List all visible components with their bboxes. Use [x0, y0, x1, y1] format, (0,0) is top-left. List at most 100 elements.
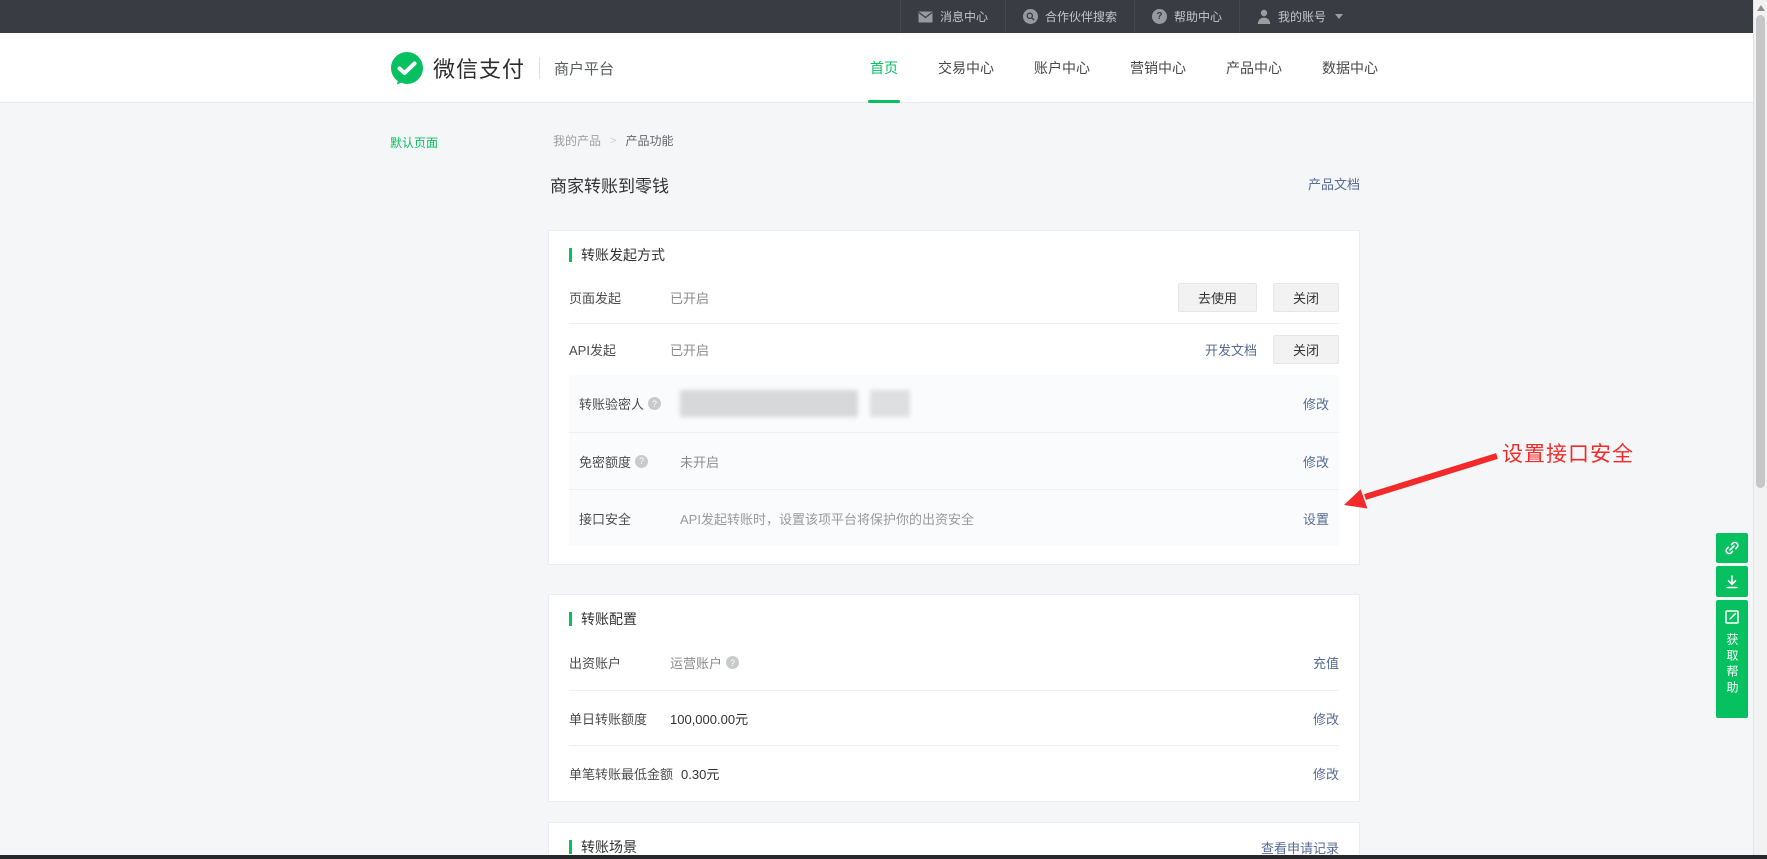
- redacted-value: [680, 390, 910, 417]
- row-label: 单日转账额度: [569, 709, 662, 728]
- section-title: 转账场景: [581, 837, 637, 857]
- scrollbar-thumb[interactable]: [1756, 15, 1765, 488]
- dev-doc-link[interactable]: 开发文档: [1205, 340, 1257, 359]
- nav-item-transactions[interactable]: 交易中心: [938, 33, 994, 103]
- view-application-records-link[interactable]: 查看申请记录: [1261, 838, 1339, 857]
- close-api-initiate-button[interactable]: 关闭: [1273, 335, 1339, 364]
- screen: 消息中心 合作伙伴搜索 ? 帮助中心 我的账号: [0, 0, 1767, 859]
- nav-item-data-center[interactable]: 数据中心: [1322, 33, 1378, 103]
- topbar-item-messages[interactable]: 消息中心: [900, 0, 1005, 33]
- sidebar-item-default-page[interactable]: 默认页面: [390, 134, 438, 151]
- section-head: 转账配置: [569, 609, 1339, 629]
- wechat-pay-logo-icon: [390, 51, 424, 85]
- page-title: 商家转账到零钱: [550, 172, 669, 197]
- modify-daily-limit-link[interactable]: 修改: [1313, 709, 1339, 728]
- main-nav: 首页 交易中心 账户中心 营销中心 产品中心 数据中心: [870, 33, 1378, 103]
- header: 微信支付 商户平台 首页 交易中心 账户中心 营销中心 产品中心 数据中心: [0, 33, 1754, 103]
- topbar-item-label: 消息中心: [940, 8, 988, 25]
- get-help-label: 获取帮助: [1726, 633, 1738, 697]
- topbar-item-label: 我的账号: [1278, 8, 1326, 25]
- screenshot-bottom-edge: [0, 855, 1767, 859]
- brand[interactable]: 微信支付 商户平台: [390, 33, 614, 103]
- floating-helper: 获取帮助: [1716, 533, 1748, 718]
- topbar: 消息中心 合作伙伴搜索 ? 帮助中心 我的账号: [0, 0, 1754, 33]
- api-settings-panel: 转账验密人 修改 免密额度 未开启 修改 接口: [569, 375, 1339, 546]
- row-status: 已开启: [670, 340, 709, 359]
- get-help-button[interactable]: 获取帮助: [1716, 600, 1748, 718]
- card-transfer-config: 转账配置 出资账户 运营账户 充值 单日转账额度 100,000.00元 修改 …: [548, 594, 1360, 802]
- topbar-item-label: 帮助中心: [1174, 8, 1222, 25]
- row-status: 已开启: [670, 288, 709, 307]
- section-head: 转账发起方式: [569, 245, 1339, 265]
- brand-platform: 商户平台: [554, 58, 614, 79]
- row-min-amount: 单笔转账最低金额 0.30元 修改: [569, 745, 1339, 800]
- row-label: 出资账户: [569, 653, 662, 672]
- help-tooltip-icon[interactable]: [635, 455, 648, 468]
- brand-divider: [539, 57, 540, 79]
- modify-free-limit-link[interactable]: 修改: [1303, 452, 1329, 471]
- row-free-limit: 免密额度 未开启 修改: [569, 432, 1339, 489]
- section-head: 转账场景 查看申请记录: [569, 837, 1339, 857]
- row-value: 100,000.00元: [670, 709, 748, 728]
- row-api-initiate: API发起 已开启 开发文档 关闭: [569, 323, 1339, 375]
- card-transfer-scene: 转账场景 查看申请记录: [548, 822, 1360, 859]
- row-value: 0.30元: [681, 764, 719, 783]
- scrollbar[interactable]: [1753, 0, 1767, 859]
- row-label: 单笔转账最低金额: [569, 764, 673, 783]
- user-icon: [1257, 9, 1271, 24]
- card-transfer-method: 转账发起方式 页面发起 已开启 去使用 关闭 API发起 已开启 开发文档 关闭…: [548, 230, 1360, 565]
- topbar-item-partner-search[interactable]: 合作伙伴搜索: [1005, 0, 1134, 33]
- topbar-item-help-center[interactable]: ? 帮助中心: [1134, 0, 1239, 33]
- row-label: API发起: [569, 340, 662, 359]
- section-title: 转账配置: [581, 609, 637, 629]
- section-marker: [569, 248, 572, 262]
- row-api-security: 接口安全 API发起转账时，设置该项平台将保护你的出资安全 设置: [569, 489, 1339, 546]
- row-description: API发起转账时，设置该项平台将保护你的出资安全: [680, 509, 974, 528]
- recharge-link[interactable]: 充值: [1313, 653, 1339, 672]
- topbar-item-my-account[interactable]: 我的账号: [1239, 0, 1360, 33]
- nav-item-account-center[interactable]: 账户中心: [1034, 33, 1090, 103]
- row-label: 免密额度: [579, 452, 631, 471]
- section-marker: [569, 840, 572, 854]
- close-page-initiate-button[interactable]: 关闭: [1273, 283, 1339, 312]
- section-marker: [569, 612, 572, 626]
- topbar-item-label: 合作伙伴搜索: [1045, 8, 1117, 25]
- modify-min-amount-link[interactable]: 修改: [1313, 764, 1339, 783]
- row-value: 运营账户: [670, 653, 722, 672]
- redacted-block: [680, 390, 858, 417]
- nav-item-product-center[interactable]: 产品中心: [1226, 33, 1282, 103]
- share-link-button[interactable]: [1716, 533, 1748, 563]
- link-icon: [1723, 539, 1741, 557]
- nav-item-marketing-center[interactable]: 营销中心: [1130, 33, 1186, 103]
- download-icon: [1723, 573, 1741, 591]
- envelope-icon: [918, 11, 933, 23]
- edit-icon: [1723, 608, 1741, 626]
- redacted-block: [870, 390, 910, 417]
- annotation-label: 设置接口安全: [1502, 438, 1634, 468]
- download-button[interactable]: [1716, 566, 1748, 597]
- breadcrumb: 我的产品 > 产品功能: [553, 132, 673, 149]
- row-label: 转账验密人: [579, 394, 644, 413]
- breadcrumb-current: 产品功能: [625, 132, 673, 149]
- row-label: 页面发起: [569, 288, 662, 307]
- row-status: 未开启: [680, 452, 719, 471]
- row-transfer-verifier: 转账验密人 修改: [569, 375, 1339, 432]
- breadcrumb-separator: >: [610, 135, 616, 147]
- chevron-down-icon: [1335, 14, 1343, 19]
- product-doc-link[interactable]: 产品文档: [1308, 174, 1360, 193]
- search-icon: [1023, 9, 1038, 24]
- modify-verifier-link[interactable]: 修改: [1303, 394, 1329, 413]
- row-daily-limit: 单日转账额度 100,000.00元 修改: [569, 690, 1339, 745]
- nav-item-home[interactable]: 首页: [870, 33, 898, 103]
- row-label: 接口安全: [579, 509, 672, 528]
- row-fund-account: 出资账户 运营账户 充值: [569, 635, 1339, 690]
- row-page-initiate: 页面发起 已开启 去使用 关闭: [569, 271, 1339, 323]
- breadcrumb-parent[interactable]: 我的产品: [553, 132, 601, 149]
- help-tooltip-icon[interactable]: [648, 397, 661, 410]
- go-use-button[interactable]: 去使用: [1178, 283, 1257, 312]
- question-icon: ?: [1152, 9, 1167, 24]
- help-tooltip-icon[interactable]: [726, 656, 739, 669]
- section-title: 转账发起方式: [581, 245, 665, 265]
- set-api-security-link[interactable]: 设置: [1303, 509, 1329, 528]
- scrollbar-up-arrow[interactable]: [1757, 5, 1765, 11]
